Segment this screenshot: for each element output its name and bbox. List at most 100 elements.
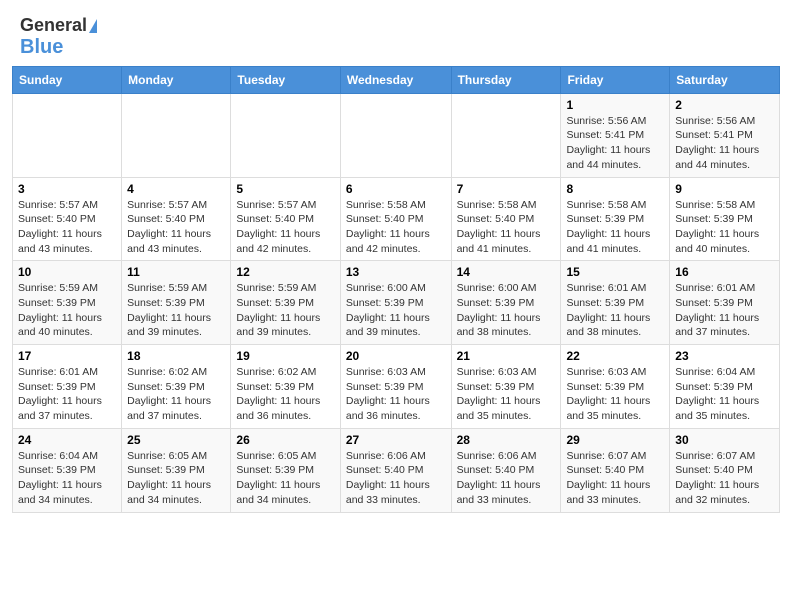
day-of-week-header: Friday	[561, 66, 670, 93]
calendar-container: SundayMondayTuesdayWednesdayThursdayFrid…	[0, 62, 792, 525]
calendar-cell: 25 Sunrise: 6:05 AMSunset: 5:39 PMDayligh…	[122, 428, 231, 512]
calendar-cell: 3 Sunrise: 5:57 AMSunset: 5:40 PMDaylight…	[13, 177, 122, 261]
calendar-cell	[340, 93, 451, 177]
day-of-week-header: Thursday	[451, 66, 561, 93]
day-number: 21	[457, 349, 556, 363]
header: General Blue	[0, 0, 792, 62]
logo-blue-text: Blue	[20, 36, 63, 58]
day-info: Sunrise: 5:57 AMSunset: 5:40 PMDaylight:…	[127, 198, 225, 257]
day-number: 25	[127, 433, 225, 447]
calendar-cell: 15 Sunrise: 6:01 AMSunset: 5:39 PMDayligh…	[561, 261, 670, 345]
day-info: Sunrise: 6:00 AMSunset: 5:39 PMDaylight:…	[346, 281, 446, 340]
day-info: Sunrise: 6:05 AMSunset: 5:39 PMDaylight:…	[127, 449, 225, 508]
day-info: Sunrise: 5:56 AMSunset: 5:41 PMDaylight:…	[675, 114, 774, 173]
calendar-cell: 14 Sunrise: 6:00 AMSunset: 5:39 PMDayligh…	[451, 261, 561, 345]
calendar-week-row: 10 Sunrise: 5:59 AMSunset: 5:39 PMDayligh…	[13, 261, 780, 345]
day-number: 11	[127, 265, 225, 279]
day-info: Sunrise: 5:58 AMSunset: 5:40 PMDaylight:…	[457, 198, 556, 257]
calendar-cell: 28 Sunrise: 6:06 AMSunset: 5:40 PMDayligh…	[451, 428, 561, 512]
calendar-cell: 21Sunrise: 6:03 AMSunset: 5:39 PMDayligh…	[451, 345, 561, 429]
logo: General Blue	[20, 16, 97, 58]
calendar-cell: 16 Sunrise: 6:01 AMSunset: 5:39 PMDayligh…	[670, 261, 780, 345]
day-number: 5	[236, 182, 334, 196]
day-info: Sunrise: 6:02 AMSunset: 5:39 PMDaylight:…	[127, 365, 225, 424]
day-info: Sunrise: 5:59 AMSunset: 5:39 PMDaylight:…	[236, 281, 334, 340]
day-number: 4	[127, 182, 225, 196]
day-info: Sunrise: 6:03 AMSunset: 5:39 PMDaylight:…	[346, 365, 446, 424]
calendar-cell: 2 Sunrise: 5:56 AMSunset: 5:41 PMDaylight…	[670, 93, 780, 177]
calendar-cell: 27Sunrise: 6:06 AMSunset: 5:40 PMDayligh…	[340, 428, 451, 512]
calendar-cell: 12Sunrise: 5:59 AMSunset: 5:39 PMDayligh…	[231, 261, 340, 345]
day-info: Sunrise: 6:06 AMSunset: 5:40 PMDaylight:…	[457, 449, 556, 508]
calendar-cell: 7 Sunrise: 5:58 AMSunset: 5:40 PMDaylight…	[451, 177, 561, 261]
day-info: Sunrise: 6:01 AMSunset: 5:39 PMDaylight:…	[566, 281, 664, 340]
day-info: Sunrise: 6:07 AMSunset: 5:40 PMDaylight:…	[566, 449, 664, 508]
day-number: 6	[346, 182, 446, 196]
calendar-cell: 17 Sunrise: 6:01 AMSunset: 5:39 PMDayligh…	[13, 345, 122, 429]
day-info: Sunrise: 6:04 AMSunset: 5:39 PMDaylight:…	[18, 449, 116, 508]
day-number: 23	[675, 349, 774, 363]
day-of-week-header: Tuesday	[231, 66, 340, 93]
day-info: Sunrise: 6:07 AMSunset: 5:40 PMDaylight:…	[675, 449, 774, 508]
day-info: Sunrise: 5:58 AMSunset: 5:39 PMDaylight:…	[675, 198, 774, 257]
day-number: 28	[457, 433, 556, 447]
day-info: Sunrise: 6:05 AMSunset: 5:39 PMDaylight:…	[236, 449, 334, 508]
day-info: Sunrise: 6:01 AMSunset: 5:39 PMDaylight:…	[18, 365, 116, 424]
day-info: Sunrise: 5:59 AMSunset: 5:39 PMDaylight:…	[127, 281, 225, 340]
day-number: 27	[346, 433, 446, 447]
calendar-cell: 9 Sunrise: 5:58 AMSunset: 5:39 PMDaylight…	[670, 177, 780, 261]
day-number: 14	[457, 265, 556, 279]
calendar-cell: 10 Sunrise: 5:59 AMSunset: 5:39 PMDayligh…	[13, 261, 122, 345]
calendar-cell: 23 Sunrise: 6:04 AMSunset: 5:39 PMDayligh…	[670, 345, 780, 429]
day-of-week-header: Sunday	[13, 66, 122, 93]
day-number: 30	[675, 433, 774, 447]
day-number: 15	[566, 265, 664, 279]
calendar-cell: 11 Sunrise: 5:59 AMSunset: 5:39 PMDayligh…	[122, 261, 231, 345]
day-number: 19	[236, 349, 334, 363]
day-info: Sunrise: 5:58 AMSunset: 5:39 PMDaylight:…	[566, 198, 664, 257]
day-number: 7	[457, 182, 556, 196]
calendar-table: SundayMondayTuesdayWednesdayThursdayFrid…	[12, 66, 780, 513]
calendar-cell: 13 Sunrise: 6:00 AMSunset: 5:39 PMDayligh…	[340, 261, 451, 345]
logo-text: General	[20, 16, 97, 36]
day-number: 13	[346, 265, 446, 279]
day-info: Sunrise: 6:04 AMSunset: 5:39 PMDaylight:…	[675, 365, 774, 424]
day-number: 24	[18, 433, 116, 447]
day-number: 16	[675, 265, 774, 279]
day-info: Sunrise: 6:02 AMSunset: 5:39 PMDaylight:…	[236, 365, 334, 424]
day-info: Sunrise: 6:00 AMSunset: 5:39 PMDaylight:…	[457, 281, 556, 340]
calendar-cell: 8Sunrise: 5:58 AMSunset: 5:39 PMDaylight…	[561, 177, 670, 261]
calendar-cell: 29 Sunrise: 6:07 AMSunset: 5:40 PMDayligh…	[561, 428, 670, 512]
day-info: Sunrise: 5:59 AMSunset: 5:39 PMDaylight:…	[18, 281, 116, 340]
calendar-cell	[231, 93, 340, 177]
calendar-cell: 4 Sunrise: 5:57 AMSunset: 5:40 PMDaylight…	[122, 177, 231, 261]
day-number: 17	[18, 349, 116, 363]
day-number: 26	[236, 433, 334, 447]
day-number: 9	[675, 182, 774, 196]
calendar-week-row: 17 Sunrise: 6:01 AMSunset: 5:39 PMDayligh…	[13, 345, 780, 429]
calendar-cell	[122, 93, 231, 177]
calendar-cell: 26 Sunrise: 6:05 AMSunset: 5:39 PMDayligh…	[231, 428, 340, 512]
day-number: 22	[566, 349, 664, 363]
day-number: 10	[18, 265, 116, 279]
day-number: 29	[566, 433, 664, 447]
calendar-cell: 24 Sunrise: 6:04 AMSunset: 5:39 PMDayligh…	[13, 428, 122, 512]
calendar-cell: 22 Sunrise: 6:03 AMSunset: 5:39 PMDayligh…	[561, 345, 670, 429]
calendar-cell	[451, 93, 561, 177]
calendar-cell: 5Sunrise: 5:57 AMSunset: 5:40 PMDaylight…	[231, 177, 340, 261]
day-of-week-header: Monday	[122, 66, 231, 93]
day-info: Sunrise: 6:01 AMSunset: 5:39 PMDaylight:…	[675, 281, 774, 340]
day-info: Sunrise: 5:58 AMSunset: 5:40 PMDaylight:…	[346, 198, 446, 257]
day-info: Sunrise: 6:03 AMSunset: 5:39 PMDaylight:…	[566, 365, 664, 424]
calendar-cell: 30 Sunrise: 6:07 AMSunset: 5:40 PMDayligh…	[670, 428, 780, 512]
day-number: 20	[346, 349, 446, 363]
day-number: 2	[675, 98, 774, 112]
day-of-week-header: Saturday	[670, 66, 780, 93]
day-number: 3	[18, 182, 116, 196]
logo-triangle-icon	[89, 19, 97, 33]
day-info: Sunrise: 5:57 AMSunset: 5:40 PMDaylight:…	[18, 198, 116, 257]
calendar-cell: 1Sunrise: 5:56 AMSunset: 5:41 PMDaylight…	[561, 93, 670, 177]
day-info: Sunrise: 5:56 AMSunset: 5:41 PMDaylight:…	[566, 114, 664, 173]
calendar-cell	[13, 93, 122, 177]
calendar-week-row: 1Sunrise: 5:56 AMSunset: 5:41 PMDaylight…	[13, 93, 780, 177]
